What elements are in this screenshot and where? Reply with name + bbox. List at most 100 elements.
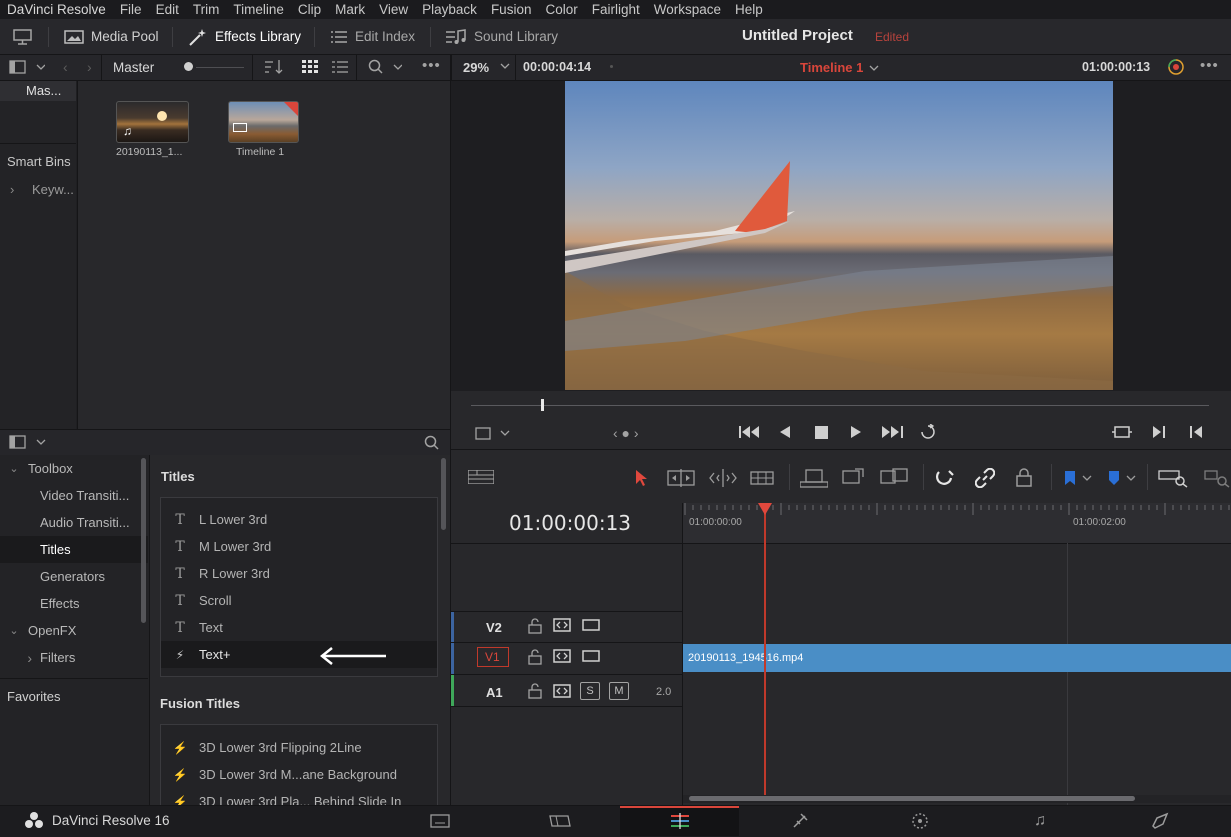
auto-select-icon[interactable] bbox=[553, 684, 571, 701]
replace-clip-icon[interactable] bbox=[879, 467, 909, 490]
bin-item-master[interactable]: Mas... bbox=[0, 81, 76, 101]
effects-tree-scrollbar[interactable] bbox=[141, 458, 146, 623]
playhead-line[interactable] bbox=[764, 503, 766, 795]
flag-icon[interactable] bbox=[1063, 470, 1093, 489]
position-lock-icon[interactable] bbox=[1015, 467, 1033, 490]
media-page-icon[interactable] bbox=[420, 806, 460, 836]
panel-layout-button[interactable] bbox=[9, 60, 46, 77]
sort-icon[interactable] bbox=[264, 59, 284, 78]
menu-item[interactable]: Trim bbox=[186, 2, 227, 17]
auto-select-icon[interactable] bbox=[553, 618, 571, 635]
overwrite-clip-icon[interactable] bbox=[841, 467, 865, 490]
forward-nav-icon[interactable]: › bbox=[87, 59, 92, 75]
effects-library-button[interactable]: Effects Library bbox=[188, 19, 301, 54]
timeline-scrollbar-track[interactable] bbox=[683, 795, 1231, 803]
snapping-icon[interactable] bbox=[935, 468, 955, 491]
edit-index-button[interactable]: Edit Index bbox=[330, 19, 415, 54]
zoom-dropdown-icon[interactable] bbox=[500, 59, 510, 74]
menu-item[interactable]: Mark bbox=[328, 2, 372, 17]
menu-item[interactable]: Edit bbox=[149, 2, 186, 17]
frame-icon[interactable] bbox=[475, 427, 511, 444]
scrubber-playhead[interactable] bbox=[541, 399, 544, 411]
list-view-icon[interactable] bbox=[332, 60, 348, 77]
source-patch-v1[interactable]: V1 bbox=[477, 647, 509, 667]
loop-icon[interactable] bbox=[918, 423, 940, 443]
color-wheel-icon[interactable] bbox=[1167, 58, 1185, 79]
menu-item[interactable]: Color bbox=[538, 2, 584, 17]
fusion-title-item[interactable]: ⚡ 3D Lower 3rd M...ane Background bbox=[161, 761, 437, 788]
stop-icon[interactable] bbox=[815, 426, 828, 442]
titles-scrollbar[interactable] bbox=[441, 458, 446, 530]
effects-tree-item[interactable]: Video Transiti... bbox=[0, 482, 148, 509]
more-options-icon[interactable]: ••• bbox=[422, 57, 441, 74]
grid-view-icon[interactable] bbox=[302, 60, 318, 77]
viewer-frame[interactable] bbox=[565, 81, 1113, 390]
fusion-page-icon[interactable] bbox=[780, 806, 820, 836]
effects-tree-item[interactable]: › Filters bbox=[0, 644, 148, 671]
blade-tool-icon[interactable] bbox=[750, 471, 774, 488]
disable-track-icon[interactable] bbox=[582, 619, 600, 634]
trim-tool-icon[interactable] bbox=[667, 469, 695, 490]
title-item[interactable]: ⚡ Text+ bbox=[161, 641, 437, 668]
back-nav-icon[interactable]: ‹ bbox=[63, 59, 68, 75]
lock-track-icon[interactable] bbox=[528, 649, 542, 668]
workspace-toggle-button[interactable] bbox=[12, 19, 34, 54]
solo-button[interactable]: S bbox=[580, 682, 600, 700]
playhead-marker[interactable] bbox=[758, 503, 772, 515]
cut-page-icon[interactable] bbox=[540, 806, 580, 836]
effects-tree-item[interactable]: Audio Transiti... bbox=[0, 509, 148, 536]
menu-item[interactable]: DaVinci Resolve bbox=[0, 2, 113, 17]
insert-clip-icon[interactable] bbox=[799, 468, 829, 491]
clip-thumbnail[interactable]: ♫ bbox=[116, 101, 189, 143]
title-item[interactable]: T Scroll bbox=[161, 587, 437, 614]
fusion-title-item[interactable]: ⚡ 3D Lower 3rd Flipping 2Line bbox=[161, 734, 437, 761]
effects-tree-item[interactable]: Effects bbox=[0, 590, 148, 617]
edit-page-tab[interactable] bbox=[620, 806, 739, 836]
auto-select-icon[interactable] bbox=[553, 649, 571, 666]
jog-control[interactable]: ‹ ● › bbox=[613, 425, 639, 441]
menu-item[interactable]: Timeline bbox=[226, 2, 291, 17]
effects-tree-item[interactable]: Titles bbox=[0, 536, 148, 563]
mark-out-icon[interactable] bbox=[1189, 425, 1203, 442]
timeline-selector[interactable]: Timeline 1 bbox=[800, 60, 863, 75]
sound-library-button[interactable]: Sound Library bbox=[445, 19, 558, 54]
timeline-thumbnail[interactable] bbox=[228, 101, 299, 143]
thumbnail-size-slider[interactable] bbox=[196, 67, 244, 68]
effects-search-icon[interactable] bbox=[424, 435, 440, 454]
menu-item[interactable]: Fairlight bbox=[585, 2, 647, 17]
search-icon[interactable] bbox=[368, 59, 403, 78]
menu-item[interactable]: Help bbox=[728, 2, 770, 17]
mark-in-icon[interactable] bbox=[1152, 425, 1166, 442]
chevron-right-icon[interactable]: › bbox=[10, 182, 14, 197]
effects-tree-item[interactable]: ⌄ OpenFX bbox=[0, 617, 148, 644]
thumbnail-size-slider-handle[interactable] bbox=[184, 62, 193, 71]
keywords-bin[interactable]: Keyw... bbox=[32, 182, 74, 197]
effects-tree-item[interactable]: Generators bbox=[0, 563, 148, 590]
viewer-options-icon[interactable]: ••• bbox=[1200, 57, 1219, 74]
mute-button[interactable]: M bbox=[609, 682, 629, 700]
timeline-dropdown-icon[interactable] bbox=[869, 61, 879, 76]
timeline-timecode[interactable]: 01:00:00:13 bbox=[509, 511, 631, 535]
menu-item[interactable]: File bbox=[113, 2, 149, 17]
viewer-zoom[interactable]: 29% bbox=[463, 60, 489, 75]
menu-item[interactable]: Workspace bbox=[647, 2, 728, 17]
zoom-detail-icon[interactable] bbox=[1200, 468, 1230, 491]
deliver-page-icon[interactable] bbox=[1140, 806, 1180, 836]
fairlight-page-icon[interactable]: ♫ bbox=[1020, 806, 1060, 836]
go-to-start-icon[interactable] bbox=[739, 425, 761, 442]
scrubber-bar[interactable] bbox=[471, 405, 1209, 406]
dynamic-trim-icon[interactable] bbox=[709, 469, 737, 490]
fusion-title-item[interactable]: ⚡ 3D Lower 3rd Pla... Behind Slide In bbox=[161, 788, 437, 805]
color-page-icon[interactable] bbox=[900, 806, 940, 836]
title-item[interactable]: T Text bbox=[161, 614, 437, 641]
media-pool-button[interactable]: Media Pool bbox=[64, 19, 159, 54]
lock-track-icon[interactable] bbox=[528, 618, 542, 637]
title-item[interactable]: T M Lower 3rd bbox=[161, 533, 437, 560]
timeline-view-options-icon[interactable] bbox=[467, 469, 495, 487]
menu-item[interactable]: Fusion bbox=[484, 2, 539, 17]
zoom-full-icon[interactable] bbox=[1158, 468, 1188, 491]
play-icon[interactable] bbox=[850, 425, 862, 442]
timeline-scrollbar[interactable] bbox=[689, 796, 1135, 801]
effects-sidebar-toggle[interactable] bbox=[9, 435, 47, 452]
title-item[interactable]: T R Lower 3rd bbox=[161, 560, 437, 587]
